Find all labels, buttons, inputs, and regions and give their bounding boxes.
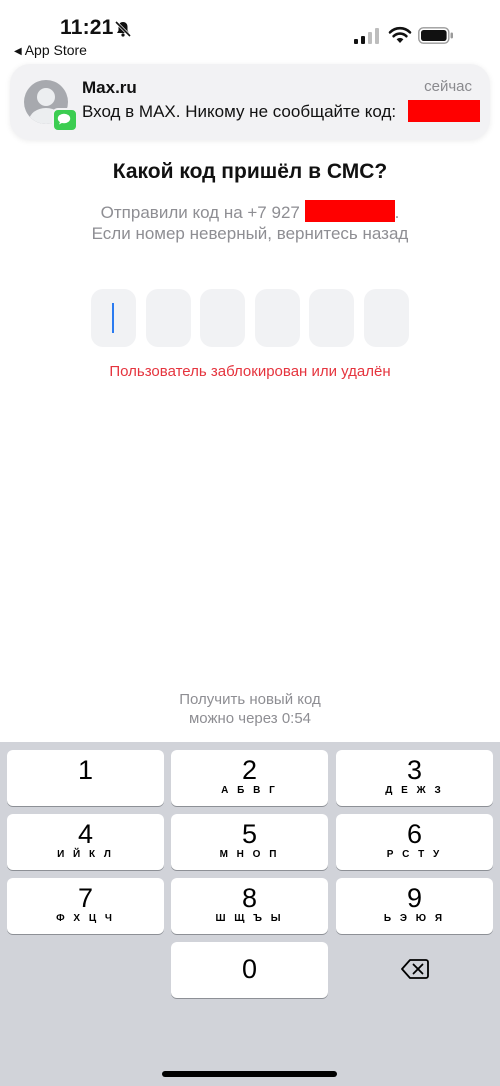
- key-4[interactable]: 4И Й К Л: [7, 814, 164, 870]
- redacted-phone-number: [304, 200, 395, 222]
- key-3[interactable]: 3Д Е Ж З: [336, 750, 493, 806]
- code-digit-box[interactable]: [146, 289, 191, 347]
- code-digit-box[interactable]: [255, 289, 300, 347]
- back-triangle-icon: ◀: [14, 46, 22, 57]
- notification-time: сейчас: [424, 78, 472, 95]
- sent-to-line: Отправили код на +7 927 .: [0, 200, 500, 223]
- numeric-keyboard: 1 2А Б В Г 3Д Е Ж З 4И Й К Л 5М Н О П 6Р…: [0, 742, 500, 1086]
- battery-icon: [418, 27, 453, 44]
- code-digit-box[interactable]: [91, 289, 136, 347]
- sms-notification[interactable]: Max.ru сейчас Вход в MAX. Никому не сооб…: [10, 64, 490, 140]
- status-bar: 11:21 ◀ App Store: [0, 0, 500, 60]
- key-0[interactable]: 0: [171, 942, 328, 998]
- home-indicator[interactable]: [162, 1071, 337, 1077]
- back-to-app-store[interactable]: ◀ App Store: [14, 42, 87, 58]
- key-7[interactable]: 7Ф Х Ц Ч: [7, 878, 164, 934]
- text-cursor: [112, 303, 114, 333]
- backspace-button[interactable]: [336, 942, 493, 998]
- key-1[interactable]: 1: [7, 750, 164, 806]
- redacted-code: [408, 100, 480, 122]
- signal-icon: [354, 28, 379, 44]
- error-message: Пользователь заблокирован или удалён: [109, 363, 391, 380]
- wrong-number-hint: Если номер неверный, вернитесь назад: [91, 224, 409, 243]
- status-time: 11:21: [60, 16, 114, 39]
- notification-body: Вход в MAX. Никому не сообщайте код:: [82, 102, 397, 121]
- page-title: Какой код пришёл в СМС?: [112, 160, 388, 183]
- code-digit-box[interactable]: [364, 289, 409, 347]
- key-9[interactable]: 9Ь Э Ю Я: [336, 878, 493, 934]
- key-2[interactable]: 2А Б В Г: [171, 750, 328, 806]
- resend-countdown: можно через 0:54: [188, 710, 312, 727]
- code-digit-box[interactable]: [200, 289, 245, 347]
- bell-slash-icon: [114, 20, 132, 38]
- resend-code-label: Получить новый код: [179, 691, 321, 708]
- wifi-icon: [388, 26, 412, 43]
- key-5[interactable]: 5М Н О П: [171, 814, 328, 870]
- key-8[interactable]: 8Ш Щ Ъ Ы: [171, 878, 328, 934]
- backspace-icon: [401, 959, 429, 979]
- sms-code-input[interactable]: [91, 289, 411, 347]
- code-digit-box[interactable]: [309, 289, 354, 347]
- messages-app-icon: [52, 108, 78, 132]
- notification-sender: Max.ru: [82, 78, 137, 97]
- key-6[interactable]: 6Р С Т У: [336, 814, 493, 870]
